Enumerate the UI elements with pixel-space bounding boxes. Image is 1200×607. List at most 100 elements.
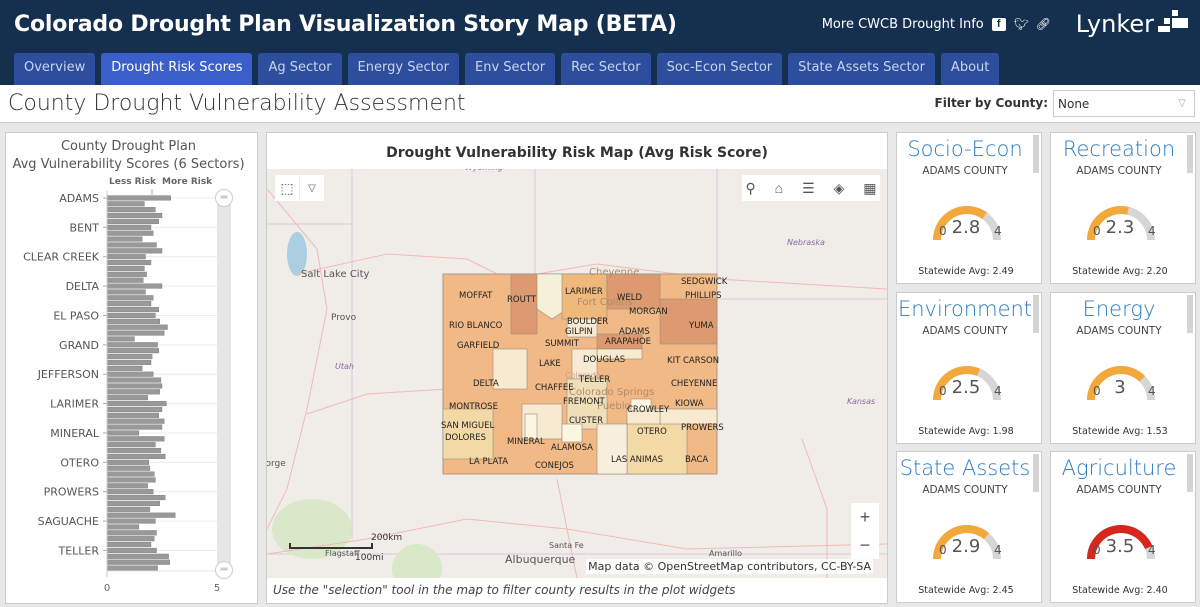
bar-moffat[interactable] [106, 436, 165, 442]
tab-energy-sector[interactable]: Energy Sector [347, 53, 459, 85]
bar-douglas[interactable] [106, 301, 152, 307]
bar-gunnison[interactable] [106, 348, 159, 354]
bar-conejos[interactable] [106, 260, 152, 266]
bar-larimer[interactable] [106, 401, 167, 407]
bar-clear-creek[interactable] [106, 254, 146, 260]
bar-grand[interactable] [106, 342, 158, 348]
category-label: SAGUACHE [38, 515, 99, 528]
bar-morgan[interactable] [106, 453, 166, 459]
card-scrollbar[interactable] [1187, 135, 1193, 173]
twitter-icon[interactable]: 🐦︎ [1014, 17, 1029, 31]
bar-custer[interactable] [106, 277, 144, 283]
bar-costilla[interactable] [106, 265, 145, 271]
bar-bent[interactable] [106, 224, 152, 230]
county-filter-select[interactable]: None ▽ [1053, 90, 1195, 117]
legend-list-icon[interactable]: ☰ [802, 180, 815, 197]
bar-yuma[interactable] [106, 565, 158, 571]
bar-mineral[interactable] [106, 430, 140, 436]
bar-otero[interactable] [106, 459, 149, 465]
bar-broomfield[interactable] [106, 236, 143, 242]
link-icon[interactable]: 🔗︎ [1036, 17, 1051, 31]
bar-garfield[interactable] [106, 330, 165, 336]
bar-boulder[interactable] [106, 230, 154, 236]
chart-scrollbar[interactable] [217, 195, 231, 571]
tab-overview[interactable]: Overview [14, 53, 96, 85]
bar-crowley[interactable] [106, 271, 147, 277]
bar-pueblo[interactable] [106, 495, 166, 501]
bar-jefferson[interactable] [106, 371, 154, 377]
bar-rio-blanco[interactable] [106, 500, 160, 506]
bar-el-paso[interactable] [106, 312, 156, 318]
bar-san-juan[interactable] [106, 524, 140, 530]
bar-denver[interactable] [106, 289, 146, 295]
tab-ag-sector[interactable]: Ag Sector [258, 53, 342, 85]
bar-mesa[interactable] [106, 424, 163, 430]
bar-alamosa[interactable] [106, 201, 145, 207]
tab-env-sector[interactable]: Env Sector [465, 53, 556, 85]
facebook-icon[interactable]: f [991, 17, 1006, 31]
bar-phillips[interactable] [106, 477, 156, 483]
zoom-out-button[interactable]: − [851, 531, 879, 559]
bar-prowers[interactable] [106, 489, 154, 495]
bar-routt[interactable] [106, 512, 176, 518]
tab-state-assets-sector[interactable]: State Assets Sector [788, 53, 935, 85]
selection-dropdown-icon[interactable]: ▽ [300, 175, 324, 201]
card-scrollbar[interactable] [1033, 454, 1039, 492]
bar-saguache[interactable] [106, 518, 156, 524]
bar-san-miguel[interactable] [106, 530, 157, 536]
bar-lake[interactable] [106, 395, 148, 401]
bar-rio-grande[interactable] [106, 506, 151, 512]
bar-weld[interactable] [106, 559, 170, 565]
bar-montezuma[interactable] [106, 442, 156, 448]
card-scrollbar[interactable] [1187, 295, 1193, 333]
card-scrollbar[interactable] [1187, 454, 1193, 492]
bar-ouray[interactable] [106, 465, 151, 471]
tab-drought-risk-scores[interactable]: Drought Risk Scores [101, 53, 253, 85]
bar-cheyenne[interactable] [106, 248, 163, 254]
bar-washington[interactable] [106, 553, 169, 559]
bar-delta[interactable] [106, 283, 163, 289]
bar-la-plata[interactable] [106, 389, 160, 395]
bar-gilpin[interactable] [106, 336, 135, 342]
bar-adams[interactable] [106, 195, 171, 201]
page-title: County Drought Vulnerability Assessment [8, 91, 466, 116]
bar-summit[interactable] [106, 542, 152, 548]
tab-about[interactable]: About [940, 53, 1000, 85]
zoom-in-button[interactable]: + [851, 503, 879, 531]
more-info-link[interactable]: More CWCB Drought Info [822, 17, 984, 32]
search-icon[interactable]: ⚲ [745, 180, 755, 197]
bar-hinsdale[interactable] [106, 354, 153, 360]
bar-arapahoe[interactable] [106, 207, 156, 213]
bar-baca[interactable] [106, 218, 159, 224]
map-canvas[interactable]: Wyoming Nebraska Utah Kansas Salt Lake C… [267, 169, 887, 578]
tab-rec-sector[interactable]: Rec Sector [561, 53, 651, 85]
bar-kit-carson[interactable] [106, 383, 163, 389]
bar-dolores[interactable] [106, 295, 154, 301]
lynker-logo[interactable]: Lynker [1076, 10, 1188, 38]
bar-las-animas[interactable] [106, 406, 163, 412]
bar-archuleta[interactable] [106, 213, 163, 219]
bar-elbert[interactable] [106, 318, 160, 324]
bar-chaffee[interactable] [106, 242, 157, 248]
bar-logan[interactable] [106, 418, 165, 424]
home-icon[interactable]: ⌂ [775, 180, 783, 196]
bar-sedgwick[interactable] [106, 536, 155, 542]
bar-park[interactable] [106, 471, 155, 477]
scroll-handle-top[interactable]: ═ [215, 189, 233, 207]
layers-icon[interactable]: ◈ [834, 180, 845, 197]
bar-jackson[interactable] [106, 365, 143, 371]
bar-lincoln[interactable] [106, 412, 159, 418]
card-scrollbar[interactable] [1033, 295, 1039, 333]
tab-soc-econ-sector[interactable]: Soc-Econ Sector [656, 53, 783, 85]
card-scrollbar[interactable] [1033, 135, 1039, 173]
bar-huerfano[interactable] [106, 359, 152, 365]
scroll-handle-bottom[interactable]: ═ [215, 561, 233, 579]
bar-teller[interactable] [106, 547, 157, 553]
bar-pitkin[interactable] [106, 483, 148, 489]
bar-montrose[interactable] [106, 448, 162, 454]
selection-tool-icon[interactable]: ⬚ [275, 175, 299, 201]
bar-eagle[interactable] [106, 307, 159, 313]
bar-fremont[interactable] [106, 324, 168, 330]
bar-kiowa[interactable] [106, 377, 162, 383]
basemap-gallery-icon[interactable]: ▦ [863, 180, 876, 197]
